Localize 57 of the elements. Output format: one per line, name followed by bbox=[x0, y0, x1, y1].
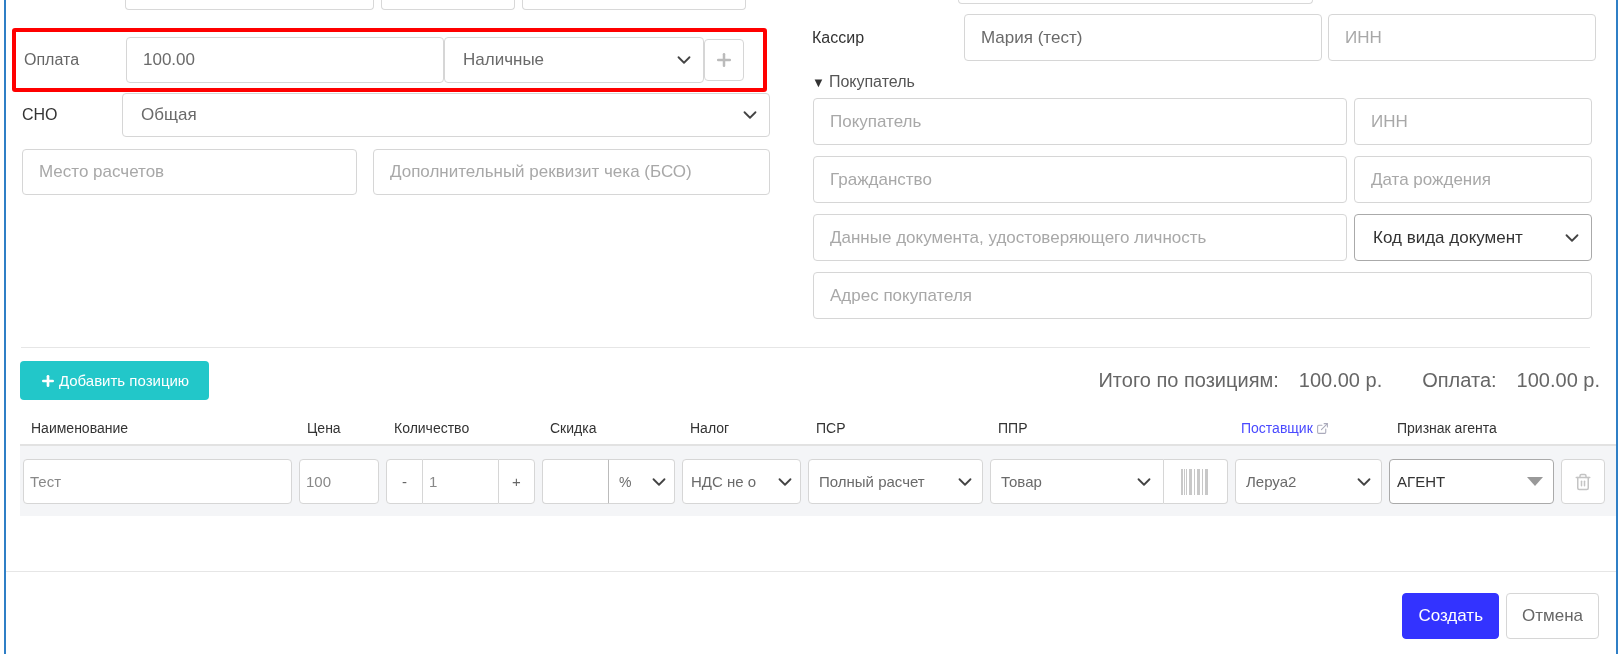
buyer-toggle[interactable]: ▼ Покупатель bbox=[812, 73, 915, 91]
input-field[interactable] bbox=[381, 0, 515, 10]
barcode-icon bbox=[1181, 468, 1210, 495]
tax-system-label: СНО bbox=[22, 106, 59, 124]
document-type-select[interactable]: Код вида документ bbox=[1354, 214, 1592, 261]
column-header: Признак агента bbox=[1396, 420, 1498, 436]
input-field[interactable]: Гражданство bbox=[813, 156, 1347, 203]
cashier-label: Кассир bbox=[812, 28, 866, 47]
input-field[interactable]: Дата рождения bbox=[1354, 156, 1592, 203]
discount-field[interactable] bbox=[542, 459, 609, 504]
name-field[interactable]: Тест bbox=[23, 459, 292, 504]
payment-method-select[interactable]: Наличные bbox=[444, 37, 704, 83]
supplier-link[interactable]: Поставщик bbox=[1241, 420, 1329, 436]
total-label: Оплата: bbox=[1422, 369, 1497, 392]
column-header: Наименование bbox=[30, 420, 130, 436]
extra-requisite-field[interactable]: Дополнительный реквизит чека (БСО) bbox=[373, 149, 770, 195]
input-field[interactable]: Данные документа, удостоверяющего личность bbox=[813, 214, 1347, 261]
column-header: ПСР bbox=[815, 420, 847, 436]
input-field[interactable]: ИНН bbox=[1354, 98, 1592, 145]
add-payment-button[interactable] bbox=[704, 39, 744, 81]
plus-icon bbox=[39, 372, 56, 389]
column-header: ППР bbox=[997, 420, 1029, 436]
input-field[interactable]: Адрес покупателя bbox=[813, 272, 1592, 319]
tax-select[interactable]: НДС не о bbox=[682, 459, 801, 504]
input-field[interactable]: Покупатель bbox=[813, 98, 1347, 145]
decrement-button[interactable]: - bbox=[386, 459, 423, 504]
total-value: 100.00 р. bbox=[1298, 369, 1383, 392]
total-value: 100.00 р. bbox=[1516, 369, 1600, 392]
column-header: Скидка bbox=[549, 420, 598, 436]
supplier-select[interactable]: Леруа2 bbox=[1235, 459, 1382, 504]
settlement-method-select[interactable]: Полный расчет bbox=[808, 459, 983, 504]
agent-select[interactable]: АГЕНТ bbox=[1389, 459, 1554, 504]
inn-field[interactable]: ИНН bbox=[1328, 14, 1596, 61]
column-header: Количество bbox=[393, 420, 471, 436]
caret-icon bbox=[1527, 477, 1543, 486]
tax-system-select[interactable]: Общая bbox=[122, 93, 770, 137]
barcode-button[interactable] bbox=[1164, 459, 1228, 504]
settlement-place-field[interactable]: Место расчетов bbox=[22, 149, 357, 195]
discount-unit-select[interactable]: % bbox=[609, 459, 675, 504]
input-field[interactable] bbox=[125, 0, 374, 10]
payment-label: Оплата bbox=[24, 51, 81, 69]
delete-button[interactable] bbox=[1561, 459, 1605, 504]
trash-icon bbox=[1574, 472, 1592, 491]
quantity-field[interactable]: 1 bbox=[423, 459, 498, 504]
input-field[interactable] bbox=[522, 0, 746, 10]
external-link-icon bbox=[1315, 421, 1329, 435]
price-field[interactable]: 100 bbox=[299, 459, 379, 504]
column-header: Налог bbox=[689, 420, 731, 436]
plus-icon bbox=[714, 50, 734, 70]
create-button[interactable]: Создать bbox=[1402, 593, 1499, 639]
increment-button[interactable]: + bbox=[498, 459, 535, 504]
cancel-button[interactable]: Отмена bbox=[1506, 593, 1599, 639]
cashier-field[interactable]: Мария (тест) bbox=[964, 14, 1322, 61]
column-header: Цена bbox=[306, 420, 342, 436]
amount-field[interactable]: 100.00 bbox=[126, 37, 444, 83]
subject-select[interactable]: Товар bbox=[990, 459, 1164, 504]
total-label: Итого по позициям: bbox=[1098, 369, 1279, 392]
